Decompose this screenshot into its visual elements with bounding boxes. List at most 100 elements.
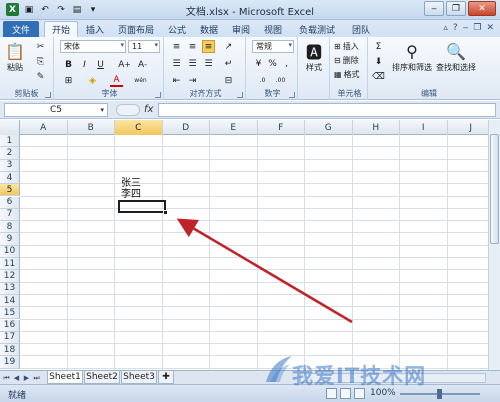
- insert-function-button[interactable]: fx: [144, 104, 153, 115]
- underline-button[interactable]: U: [94, 58, 107, 71]
- styles-button[interactable]: 🅰 样式: [303, 40, 325, 73]
- prev-sheet-icon[interactable]: ◀: [12, 373, 21, 383]
- ribbon: 📋 粘贴 ✂ ⎘ ✎ 剪贴板 宋体 ▾ 11 ▾ B I U A + A- ⊞ ◈ A…: [0, 37, 500, 100]
- group-label-cells: 单元格: [337, 89, 362, 98]
- formula-input[interactable]: [158, 103, 496, 117]
- wrap-text-icon[interactable]: ↵: [222, 57, 235, 70]
- format-icon: ▦: [334, 70, 342, 79]
- insert-sheet-icon[interactable]: ✚: [158, 371, 174, 384]
- next-sheet-icon[interactable]: ▶: [22, 373, 31, 383]
- chevron-down-icon: ▾: [100, 106, 104, 114]
- font-name-select[interactable]: 宋体 ▾: [60, 40, 126, 53]
- name-box[interactable]: C5 ▾: [4, 103, 108, 117]
- ribbon-tabs: 文件 开始 插入 页面布局 公式 数据 审阅 视图 负载测试 团队 ▵ ? ‒ …: [0, 20, 500, 37]
- comma-button[interactable]: ,: [280, 57, 293, 70]
- border-icon[interactable]: ⊞: [62, 74, 75, 87]
- copy-icon[interactable]: ⎘: [34, 55, 47, 68]
- tab-insert[interactable]: 插入: [80, 21, 110, 37]
- format-painter-icon[interactable]: ✎: [34, 70, 47, 83]
- last-sheet-icon[interactable]: ⏭: [32, 373, 41, 383]
- help-icon[interactable]: ?: [453, 23, 458, 33]
- fill-icon[interactable]: ⬇: [372, 55, 385, 68]
- paste-button[interactable]: 📋 粘贴: [4, 40, 26, 73]
- bold-button[interactable]: B: [62, 58, 75, 71]
- decrease-indent-icon[interactable]: ⇤: [170, 74, 183, 87]
- increase-decimal-button[interactable]: .0: [256, 74, 269, 87]
- merge-center-icon[interactable]: ⊟: [222, 74, 235, 87]
- increase-indent-icon[interactable]: ⇥: [186, 74, 199, 87]
- sheet-tab-1[interactable]: Sheet1: [47, 371, 83, 384]
- font-launcher-icon[interactable]: [155, 92, 161, 98]
- phonetic-icon[interactable]: wén: [134, 74, 147, 87]
- clear-icon[interactable]: ⌫: [372, 70, 385, 83]
- chevron-down-icon: ▾: [154, 41, 158, 49]
- fill-color-icon[interactable]: ◈: [86, 74, 99, 87]
- group-clipboard: 📋 粘贴 ✂ ⎘ ✎ 剪贴板: [0, 37, 54, 100]
- formula-bar: C5 ▾ fx: [0, 101, 500, 119]
- grow-font-icon[interactable]: A +: [118, 58, 131, 71]
- formula-bar-separator: [116, 104, 140, 116]
- align-right-icon[interactable]: ☰: [202, 57, 215, 70]
- italic-button[interactable]: I: [78, 58, 91, 71]
- group-label-editing: 编辑: [421, 89, 437, 98]
- binoculars-icon: 🔍: [446, 41, 466, 61]
- sheet-tab-2[interactable]: Sheet2: [84, 371, 120, 384]
- tab-view[interactable]: 视图: [258, 21, 288, 37]
- group-editing: Σ ⬇ ⌫ ⚲ 排序和筛选 🔍 查找和选择 编辑: [370, 37, 488, 100]
- align-bottom-icon[interactable]: ≡: [202, 40, 215, 53]
- title-bar: X ▣ ↶ ↷ ▤ ▾ 文档.xlsx - Microsoft Excel ‒ …: [0, 0, 500, 20]
- clipboard-launcher-icon[interactable]: [45, 92, 51, 98]
- group-label-alignment: 对齐方式: [189, 89, 222, 98]
- shrink-font-icon[interactable]: A-: [136, 58, 149, 71]
- minimize-button[interactable]: ‒: [424, 1, 444, 16]
- align-left-icon[interactable]: ☰: [170, 57, 183, 70]
- first-sheet-icon[interactable]: ⏮: [2, 373, 11, 383]
- tab-team[interactable]: 团队: [346, 21, 376, 37]
- orientation-icon[interactable]: ↗: [222, 40, 235, 53]
- decrease-decimal-button[interactable]: .00: [274, 74, 287, 87]
- align-middle-icon[interactable]: ≡: [186, 40, 199, 53]
- delete-icon: ⊟: [334, 56, 341, 65]
- font-color-icon[interactable]: A: [110, 74, 123, 87]
- doc-close-icon[interactable]: ✕: [486, 23, 494, 33]
- doc-minimize-icon[interactable]: ‒: [463, 23, 469, 33]
- zoom-slider-knob[interactable]: [437, 389, 442, 399]
- insert-icon: ⊞: [334, 42, 341, 51]
- ribbon-minimize-icon[interactable]: ▵: [443, 23, 448, 33]
- styles-icon: 🅰: [305, 43, 322, 62]
- paste-icon: 📋: [5, 41, 25, 61]
- insert-cells-button[interactable]: ⊞ 插入: [334, 40, 359, 53]
- tab-review[interactable]: 审阅: [226, 21, 256, 37]
- doc-restore-icon[interactable]: ❐: [473, 23, 481, 33]
- zoom-slider[interactable]: [400, 389, 480, 399]
- find-select-button[interactable]: 🔍 查找和选择: [436, 40, 476, 73]
- annotation-arrow: [176, 218, 353, 324]
- number-format-select[interactable]: 常规 ▾: [252, 40, 294, 53]
- format-cells-button[interactable]: ▦ 格式: [334, 68, 360, 81]
- red-arrow-line: [176, 218, 353, 324]
- percent-button[interactable]: %: [266, 57, 279, 70]
- sheet-tab-3[interactable]: Sheet3: [121, 371, 157, 384]
- cut-icon[interactable]: ✂: [34, 40, 47, 53]
- delete-cells-button[interactable]: ⊟ 删除: [334, 54, 359, 67]
- worksheet-grid[interactable]: ABCDEFGHIJ 1 2 3 4 5 6 7 8 9 10 11 12 13 14 15 16 17 18 19…: [0, 120, 500, 370]
- close-button[interactable]: ✕: [468, 1, 496, 16]
- tab-home[interactable]: 开始: [44, 21, 78, 37]
- tab-data[interactable]: 数据: [194, 21, 224, 37]
- font-size-select[interactable]: 11 ▾: [128, 40, 160, 53]
- align-center-icon[interactable]: ☰: [186, 57, 199, 70]
- group-styles: 🅰 样式: [300, 37, 330, 100]
- sort-filter-button[interactable]: ⚲ 排序和筛选: [392, 40, 432, 73]
- tab-file[interactable]: 文件: [3, 21, 39, 37]
- restore-button[interactable]: ❐: [446, 1, 466, 16]
- tab-load-test[interactable]: 负载测试: [292, 21, 342, 37]
- alignment-launcher-icon[interactable]: [237, 92, 243, 98]
- tab-formulas[interactable]: 公式: [162, 21, 192, 37]
- number-launcher-icon[interactable]: [289, 92, 295, 98]
- group-alignment: ≡ ≡ ≡ ↗ ☰ ☰ ☰ ↵ ⇤ ⇥ ⊟ 对齐方式: [166, 37, 246, 100]
- tab-page-layout[interactable]: 页面布局: [112, 21, 160, 37]
- autosum-button[interactable]: Σ: [372, 40, 385, 53]
- align-top-icon[interactable]: ≡: [170, 40, 183, 53]
- sort-filter-icon: ⚲: [406, 41, 418, 61]
- currency-icon[interactable]: ¥: [252, 57, 265, 70]
